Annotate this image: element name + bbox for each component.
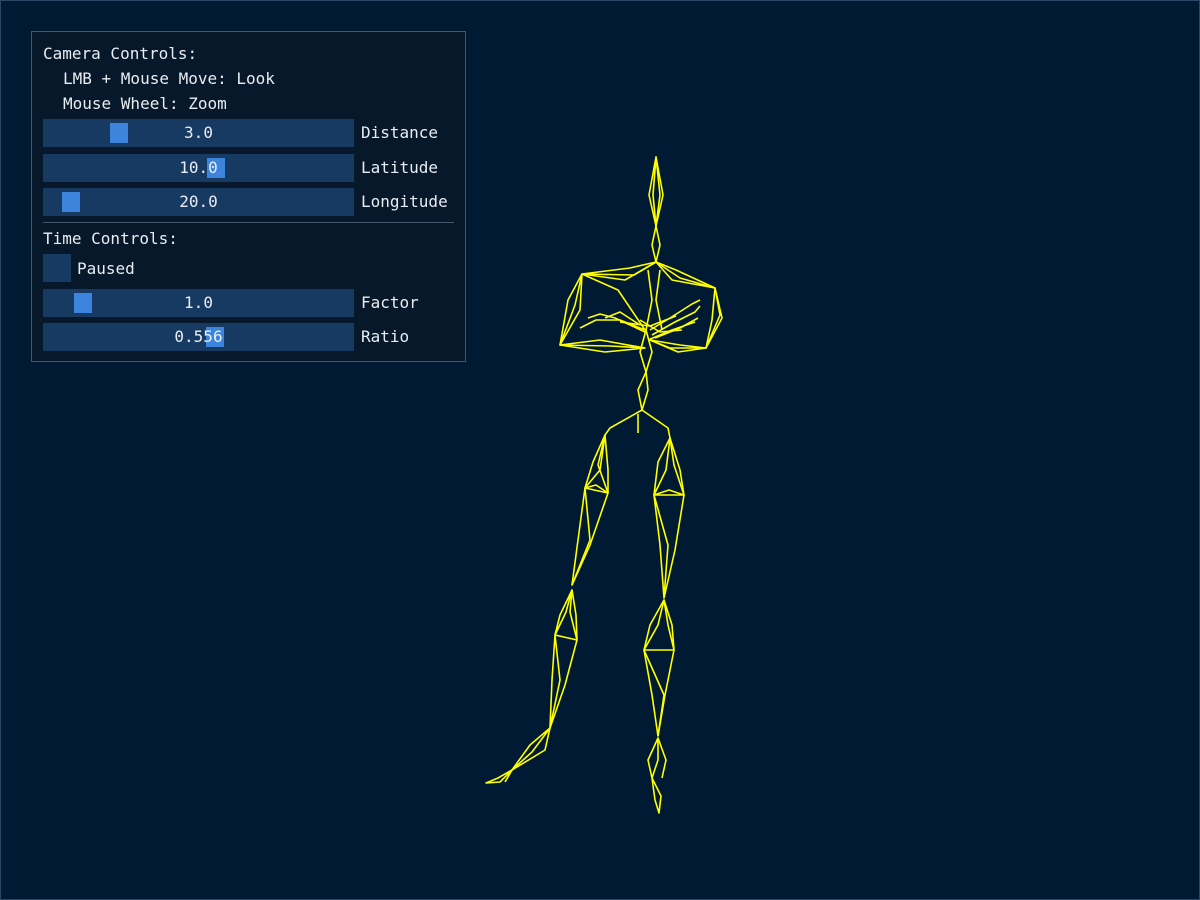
distance-label: Distance [361, 123, 439, 142]
longitude-value: 20.0 [179, 192, 218, 211]
bone-head [648, 156, 664, 263]
bone-left-arm [559, 273, 646, 353]
latitude-value: 10.0 [179, 158, 218, 177]
longitude-label: Longitude [361, 192, 448, 211]
paused-label: Paused [77, 259, 135, 278]
ratio-label: Ratio [361, 327, 410, 346]
longitude-slider[interactable]: 20.0 [43, 188, 354, 216]
bone-right-leg [643, 437, 685, 814]
bone-hands [579, 299, 701, 341]
section-separator [43, 222, 454, 223]
paused-checkbox[interactable] [43, 254, 71, 282]
factor-label: Factor [361, 293, 419, 312]
bone-left-leg [485, 434, 609, 784]
skeleton-wireframe [485, 156, 723, 814]
camera-hint-look: LMB + Mouse Move: Look [63, 69, 275, 88]
camera-controls-header: Camera Controls: [43, 44, 198, 63]
controls-panel: Camera Controls: LMB + Mouse Move: Look … [31, 31, 466, 362]
factor-slider[interactable]: 1.0 [43, 289, 354, 317]
time-controls-header: Time Controls: [43, 229, 178, 248]
distance-value: 3.0 [184, 123, 213, 142]
latitude-label: Latitude [361, 158, 439, 177]
factor-value: 1.0 [184, 293, 213, 312]
distance-slider[interactable]: 3.0 [43, 119, 354, 147]
camera-hint-zoom: Mouse Wheel: Zoom [63, 94, 227, 113]
ratio-slider[interactable]: 0.556 [43, 323, 354, 351]
ratio-value: 0.556 [174, 327, 223, 346]
latitude-slider[interactable]: 10.0 [43, 154, 354, 182]
